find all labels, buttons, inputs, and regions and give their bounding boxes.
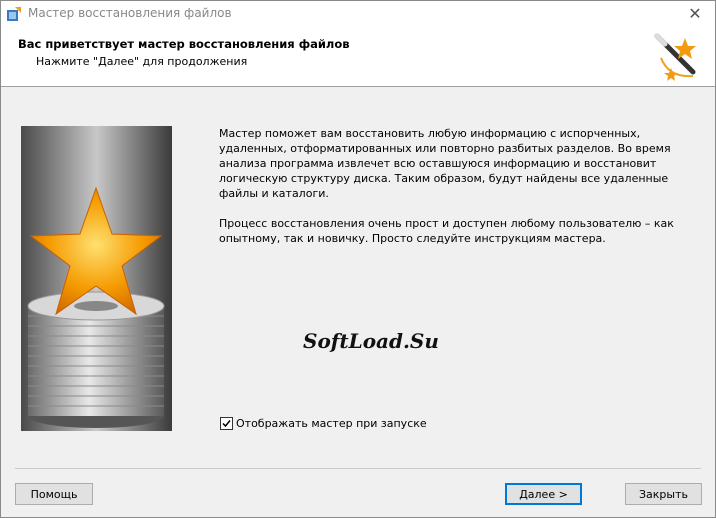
next-button[interactable]: Далее > (505, 483, 582, 505)
close-button[interactable]: Закрыть (625, 483, 702, 505)
window-title: Мастер восстановления файлов (28, 6, 232, 20)
header-title: Вас приветствует мастер восстановления ф… (18, 37, 350, 51)
header-subtitle: Нажмите "Далее" для продолжения (36, 55, 248, 68)
app-icon (6, 6, 22, 22)
help-button[interactable]: Помощь (15, 483, 93, 505)
close-icon[interactable]: ✕ (685, 4, 705, 24)
checkmark-icon (222, 420, 231, 428)
banner-image (21, 126, 172, 431)
watermark-text: SoftLoad.Su (303, 329, 439, 353)
show-on-start-label: Отображать мастер при запуске (236, 417, 427, 430)
description-paragraph-2: Процесс восстановления очень прост и дос… (219, 217, 674, 245)
checkbox-box[interactable] (220, 417, 233, 430)
footer-separator (15, 468, 701, 469)
description: Мастер поможет вам восстановить любую ин… (219, 126, 709, 261)
title-bar: Мастер восстановления файлов ✕ (1, 1, 715, 28)
wizard-header: Вас приветствует мастер восстановления ф… (1, 28, 715, 87)
magic-wand-icon (649, 28, 707, 86)
wizard-window: Мастер восстановления файлов ✕ Вас приве… (0, 0, 716, 518)
description-paragraph-1: Мастер поможет вам восстановить любую ин… (219, 127, 671, 200)
